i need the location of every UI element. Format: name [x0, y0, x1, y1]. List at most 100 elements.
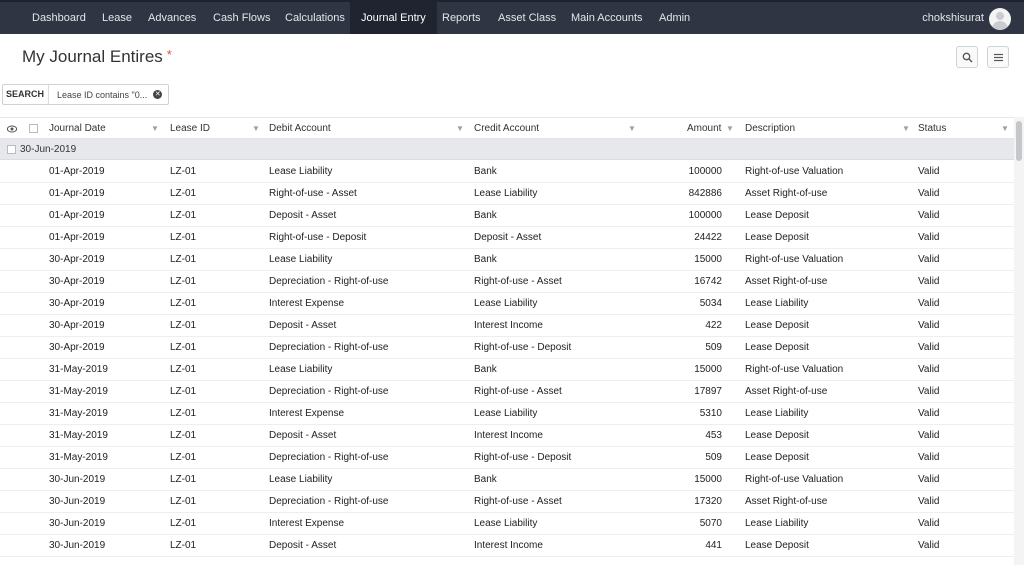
cell-amount: 17897 [694, 386, 722, 397]
scrollbar-thumb[interactable] [1016, 121, 1022, 161]
cell-journal-date: 01-Apr-2019 [49, 166, 105, 177]
table-row[interactable]: 31-May-2019 LZ-01 Deposit - Asset Interest … [0, 425, 1014, 447]
avatar[interactable] [989, 8, 1011, 30]
table-row[interactable]: 01-Apr-2019 LZ-01 Right-of-use - Asset Leas… [0, 183, 1014, 205]
table-row[interactable]: 30-Apr-2019 LZ-01 Lease Liability Bank 15000… [0, 249, 1014, 271]
cell-amount: 16742 [694, 276, 722, 287]
nav-asset-class[interactable]: Asset Class [498, 2, 556, 34]
table-row[interactable]: 01-Apr-2019 LZ-01 Lease Liability Bank 10000… [0, 161, 1014, 183]
vertical-scrollbar[interactable] [1014, 117, 1024, 565]
nav-lease[interactable]: Lease [102, 2, 132, 34]
table-row[interactable]: 01-Apr-2019 LZ-01 Deposit - Asset Bank 10000… [0, 205, 1014, 227]
column-amount[interactable]: Amount [687, 118, 721, 140]
chevron-down-icon[interactable]: ▼ [628, 118, 636, 140]
cell-status: Valid [918, 452, 940, 463]
group-label: 30-Jun-2019 [20, 144, 77, 155]
chevron-down-icon[interactable]: ▼ [1001, 118, 1009, 140]
cell-status: Valid [918, 342, 940, 353]
table-row[interactable]: 01-Apr-2019 LZ-01 Right-of-use - Deposit De… [0, 227, 1014, 249]
table-row[interactable]: 30-Apr-2019 LZ-01 Interest Expense Lease Li… [0, 293, 1014, 315]
table-row[interactable]: 31-May-2019 LZ-01 Depreciation - Right-of-… [0, 381, 1014, 403]
cell-description: Asset Right-of-use [745, 188, 828, 199]
cell-description: Lease Deposit [745, 540, 809, 551]
cell-lease-id: LZ-01 [170, 166, 197, 177]
cell-description: Asset Right-of-use [745, 496, 828, 507]
nav-journal-entry[interactable]: Journal Entry [350, 2, 437, 34]
cell-amount: 842886 [688, 188, 722, 199]
group-checkbox[interactable] [7, 145, 16, 154]
avatar-body-icon [992, 21, 1008, 30]
cell-lease-id: LZ-01 [170, 276, 197, 287]
cell-journal-date: 30-Apr-2019 [49, 320, 105, 331]
column-lease-id[interactable]: Lease ID [170, 118, 210, 140]
cell-journal-date: 30-Apr-2019 [49, 254, 105, 265]
nav-cash-flows[interactable]: Cash Flows [213, 2, 270, 34]
nav-main-accounts[interactable]: Main Accounts [571, 2, 643, 34]
nav-reports[interactable]: Reports [442, 2, 481, 34]
cell-amount: 15000 [694, 474, 722, 485]
group-row[interactable]: 30-Jun-2019 [0, 139, 1014, 160]
table-row[interactable]: 30-Apr-2019 LZ-01 Depreciation - Right-of-… [0, 271, 1014, 293]
cell-journal-date: 30-Apr-2019 [49, 342, 105, 353]
nav-advances[interactable]: Advances [148, 2, 196, 34]
cell-debit-account: Depreciation - Right-of-use [269, 276, 389, 287]
cell-lease-id: LZ-01 [170, 342, 197, 353]
table-row[interactable]: 30-Apr-2019 LZ-01 Deposit - Asset Interest … [0, 315, 1014, 337]
user-name[interactable]: chokshisurat [922, 2, 984, 34]
cell-description: Lease Deposit [745, 232, 809, 243]
search-button[interactable] [956, 46, 978, 68]
chevron-down-icon[interactable]: ▼ [726, 118, 734, 140]
cell-lease-id: LZ-01 [170, 518, 197, 529]
chevron-down-icon[interactable]: ▼ [252, 118, 260, 140]
select-all-checkbox[interactable] [29, 124, 38, 133]
cell-description: Asset Right-of-use [745, 276, 828, 287]
cell-lease-id: LZ-01 [170, 364, 197, 375]
column-debit-account[interactable]: Debit Account [269, 118, 331, 140]
eye-icon[interactable] [7, 125, 17, 133]
cell-amount: 5310 [699, 408, 722, 419]
cell-lease-id: LZ-01 [170, 540, 197, 551]
cell-amount: 422 [705, 320, 722, 331]
cell-status: Valid [918, 474, 940, 485]
top-nav: Dashboard Lease Advances Cash Flows Calc… [0, 0, 1024, 34]
table-row[interactable]: 30-Jun-2019 LZ-01 Interest Expense Lease Li… [0, 513, 1014, 535]
chevron-down-icon[interactable]: ▼ [456, 118, 464, 140]
cell-amount: 453 [705, 430, 722, 441]
filter-chip[interactable]: Lease ID contains "0... ✕ [49, 85, 168, 104]
chevron-down-icon[interactable]: ▼ [902, 118, 910, 140]
cell-debit-account: Lease Liability [269, 166, 333, 177]
table-row[interactable]: 30-Jun-2019 LZ-01 Depreciation - Right-of-… [0, 491, 1014, 513]
nav-admin[interactable]: Admin [659, 2, 690, 34]
cell-lease-id: LZ-01 [170, 408, 197, 419]
chevron-down-icon[interactable]: ▼ [151, 118, 159, 140]
cell-debit-account: Lease Liability [269, 474, 333, 485]
cell-amount: 17320 [694, 496, 722, 507]
menu-button[interactable] [987, 46, 1009, 68]
table-row[interactable]: 30-Apr-2019 LZ-01 Depreciation - Right-of-… [0, 337, 1014, 359]
cell-description: Lease Deposit [745, 320, 809, 331]
search-label[interactable]: SEARCH [3, 85, 50, 104]
cell-amount: 509 [705, 342, 722, 353]
column-description[interactable]: Description [745, 118, 795, 140]
table-row[interactable]: 31-May-2019 LZ-01 Depreciation - Right-of-… [0, 447, 1014, 469]
cell-description: Right-of-use Valuation [745, 254, 844, 265]
nav-dashboard[interactable]: Dashboard [32, 2, 86, 34]
table-row[interactable]: 30-Jun-2019 LZ-01 Deposit - Asset Interest … [0, 535, 1014, 557]
column-journal-date[interactable]: Journal Date [49, 118, 106, 140]
cell-status: Valid [918, 496, 940, 507]
column-status[interactable]: Status [918, 118, 946, 140]
cell-status: Valid [918, 386, 940, 397]
cell-lease-id: LZ-01 [170, 320, 197, 331]
cell-debit-account: Lease Liability [269, 364, 333, 375]
close-icon[interactable]: ✕ [153, 90, 163, 99]
table-row[interactable]: 30-Jun-2019 LZ-01 Lease Liability Bank 15000… [0, 469, 1014, 491]
cell-amount: 100000 [688, 166, 722, 177]
cell-description: Lease Deposit [745, 210, 809, 221]
column-credit-account[interactable]: Credit Account [474, 118, 539, 140]
nav-calculations[interactable]: Calculations [285, 2, 345, 34]
cell-debit-account: Right-of-use - Asset [269, 188, 357, 199]
cell-amount: 5070 [699, 518, 722, 529]
table-row[interactable]: 31-May-2019 LZ-01 Lease Liability Bank 15000… [0, 359, 1014, 381]
table-row[interactable]: 31-May-2019 LZ-01 Interest Expense Lease Li… [0, 403, 1014, 425]
cell-debit-account: Interest Expense [269, 298, 345, 309]
